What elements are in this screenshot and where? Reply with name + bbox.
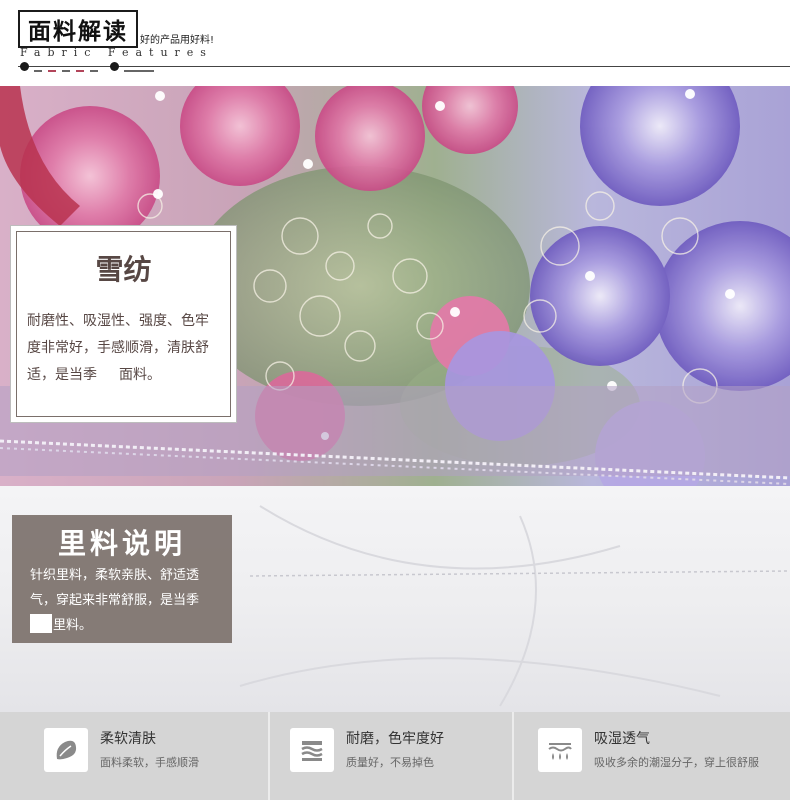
redaction-mark xyxy=(30,614,52,633)
header-dash xyxy=(90,70,98,72)
header-dot xyxy=(110,62,119,71)
section-subtitle: 好的产品用好料! xyxy=(140,35,215,46)
header-divider xyxy=(18,66,790,67)
feature-desc: 质量好，不易掉色 xyxy=(346,756,434,769)
features-strip: 柔软清肤 面料柔软，手感顺滑 耐磨，色牢度好 质量好，不易掉色 吸湿透气 吸收多… xyxy=(0,712,790,800)
feature-desc: 面料柔软，手感顺滑 xyxy=(100,756,199,769)
moisture-absorb-icon xyxy=(538,728,582,772)
lining-card-text: 针织里料，柔软亲肤、舒适透 气，穿起来非常舒服，是当季 里料。 xyxy=(30,563,224,638)
feature-title: 耐磨，色牢度好 xyxy=(346,731,444,747)
chiffon-card-title: 雪纺 xyxy=(95,253,152,286)
feature-breathable: 吸湿透气 吸收多余的潮湿分子，穿上很舒服 xyxy=(538,712,788,800)
header-dash xyxy=(76,70,84,72)
lining-card-line: 针织里料，柔软亲肤、舒适透 xyxy=(30,568,200,583)
chiffon-card-line: 适，是当季 面料。 xyxy=(27,362,226,389)
header: 面料解读 好的产品用好料! Fabric Features xyxy=(0,0,790,86)
header-dot xyxy=(20,62,29,71)
feature-title: 柔软清肤 xyxy=(100,731,156,747)
chiffon-card-text: 耐磨性、吸湿性、强度、色牢 度非常好，手感顺滑，清肤舒 适，是当季 面料。 xyxy=(27,308,226,389)
feature-desc: 吸收多余的潮湿分子，穿上很舒服 xyxy=(594,756,759,769)
header-dash xyxy=(34,70,42,72)
feature-divider xyxy=(512,712,514,800)
wear-resistant-icon xyxy=(290,728,334,772)
feature-title: 吸湿透气 xyxy=(594,731,650,747)
lining-card-line-part: 里料。 xyxy=(53,618,93,633)
feather-icon xyxy=(44,728,88,772)
lining-card-line: 气，穿起来非常舒服，是当季 xyxy=(30,593,200,608)
chiffon-card-line: 度非常好，手感顺滑，清肤舒 xyxy=(27,340,209,356)
header-dash xyxy=(48,70,56,72)
feature-durable: 耐磨，色牢度好 质量好，不易掉色 xyxy=(290,712,510,800)
feature-divider xyxy=(268,712,270,800)
header-dash xyxy=(124,70,154,72)
chiffon-card-line: 耐磨性、吸湿性、强度、色牢 xyxy=(27,313,209,329)
chiffon-card-line-part: 面料。 xyxy=(119,367,161,383)
section-title-english: Fabric Features xyxy=(20,46,213,59)
lining-card: 里料说明 针织里料，柔软亲肤、舒适透 气，穿起来非常舒服，是当季 里料。 xyxy=(12,515,232,643)
section-title: 面料解读 xyxy=(18,10,138,48)
header-dash xyxy=(62,70,70,72)
feature-soft: 柔软清肤 面料柔软，手感顺滑 xyxy=(44,712,264,800)
lining-card-line: 里料。 xyxy=(30,613,224,638)
chiffon-card: 雪纺 耐磨性、吸湿性、强度、色牢 度非常好，手感顺滑，清肤舒 适，是当季 面料。 xyxy=(11,226,236,422)
lining-card-title: 里料说明 xyxy=(57,527,186,560)
chiffon-card-line-part: 适，是当季 xyxy=(27,367,97,383)
